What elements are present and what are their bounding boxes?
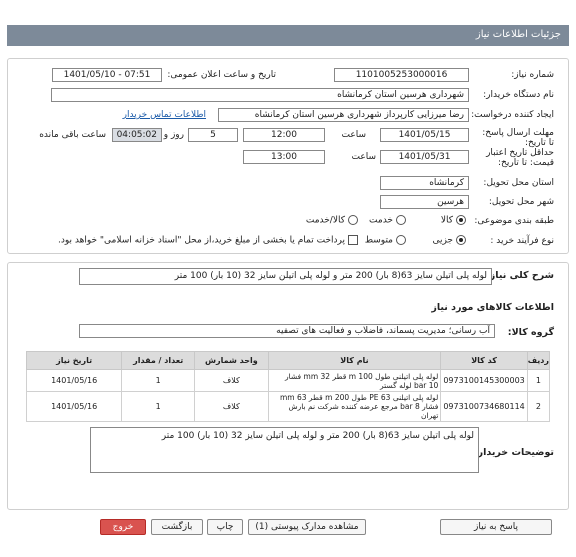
validity-label: حداقل تاریخ اعتبار قیمت: تا تاریخ: xyxy=(486,148,554,168)
remaining-days-field: 5 xyxy=(188,128,238,142)
buyer-notes-label: توضیحات خریدار: xyxy=(473,447,554,458)
category-goods-radio[interactable] xyxy=(456,215,466,225)
process-medium-text: متوسط xyxy=(364,235,393,246)
process-label: نوع فرآیند خرید : xyxy=(490,236,554,246)
validity-date-field: 1401/05/31 xyxy=(380,150,469,164)
buyer-notes-field: لوله پلی اتیلن سایز 63(8 بار) 200 متر و … xyxy=(90,427,479,473)
validity-time-field: 13:00 xyxy=(243,150,325,164)
category-label: طبقه بندی موضوعی: xyxy=(474,216,554,226)
province-field: کرمانشاه xyxy=(380,176,469,190)
page-header: جزئیات اطلاعات نیاز xyxy=(7,25,569,46)
buyer-org-field: شهرداری هرسین استان کرمانشاه xyxy=(51,88,469,102)
col-date: تاریخ نیاز xyxy=(25,351,123,370)
validity-time-label: ساعت xyxy=(351,152,377,162)
deadline-label: مهلت ارسال پاسخ: تا تاریخ: xyxy=(482,128,554,148)
deadline-date-field: 1401/05/15 xyxy=(380,128,469,142)
col-qty: تعداد / مقدار xyxy=(121,351,196,370)
goods-table-header: ردیف کد کالا نام کالا واحد شمارش تعداد /… xyxy=(25,351,551,370)
row-unit: کلاف xyxy=(194,391,269,422)
row-name: لوله پلی اتیلنی طول m 100 قطر mm 32 فشار… xyxy=(267,369,442,392)
row-code: 0973100734680114 xyxy=(440,391,528,422)
deadline-time-label: ساعت xyxy=(341,130,367,140)
city-label: شهر محل تحویل: xyxy=(488,197,554,207)
process-option-medium[interactable]: متوسط xyxy=(365,235,406,246)
remaining-time-label: ساعت باقی مانده xyxy=(39,130,106,140)
respond-button[interactable]: پاسخ به نیاز xyxy=(440,519,552,535)
goods-section-title: اطلاعات کالاهای مورد نیاز xyxy=(431,302,554,313)
requester-label: ایجاد کننده درخواست: xyxy=(471,110,554,120)
announce-datetime-field: 1401/05/10 - 07:51 xyxy=(52,68,162,82)
need-number-label: شماره نیاز: xyxy=(511,70,554,80)
col-unit: واحد شمارش xyxy=(194,351,269,370)
province-label: استان محل تحویل: xyxy=(483,178,554,188)
table-row[interactable]: 2 0973100734680114 لوله پلی اتیلنی PE 63… xyxy=(25,391,551,422)
category-both-radio[interactable] xyxy=(348,215,358,225)
process-partial-radio[interactable] xyxy=(456,235,466,245)
row-qty: 1 xyxy=(121,369,196,392)
buyer-org-label: نام دستگاه خریدار: xyxy=(483,90,554,100)
table-row[interactable]: 1 0973100145300003 لوله پلی اتیلنی طول m… xyxy=(25,369,551,392)
category-service-text: خدمت xyxy=(369,215,393,226)
row-index: 1 xyxy=(526,369,551,392)
category-option-goods[interactable]: کالا xyxy=(441,215,466,226)
back-button[interactable]: بازگشت xyxy=(151,519,203,535)
print-button[interactable]: چاپ xyxy=(207,519,243,535)
attachments-button[interactable]: مشاهده مدارک پیوستی (1) xyxy=(248,519,366,535)
announce-datetime-label: تاریخ و ساعت اعلان عمومی: xyxy=(167,70,276,80)
remaining-time-field: 04:05:02 xyxy=(112,128,162,142)
treasury-payment-text: پرداخت تمام یا بخشی از مبلغ خرید،از محل … xyxy=(57,235,345,246)
treasury-payment-checkbox[interactable] xyxy=(348,235,358,245)
row-unit: کلاف xyxy=(194,369,269,392)
goods-group-field: آب رسانی؛ مدیریت پسماند، فاضلاب و فعالیت… xyxy=(79,324,495,338)
row-name: لوله پلی اتیلنی PE 63 طول m 200 قطر mm 6… xyxy=(267,391,442,422)
process-option-partial[interactable]: جزیی xyxy=(432,235,466,246)
city-field: هرسین xyxy=(380,195,469,209)
process-medium-radio[interactable] xyxy=(396,235,406,245)
goods-table: ردیف کد کالا نام کالا واحد شمارش تعداد /… xyxy=(25,351,551,422)
summary-label: شرح کلی نیاز: xyxy=(485,270,554,281)
exit-button[interactable]: خروج xyxy=(100,519,146,535)
summary-field: لوله پلی اتیلن سایز 63(8 بار) 200 متر و … xyxy=(79,268,492,285)
row-code: 0973100145300003 xyxy=(440,369,528,392)
col-index: ردیف xyxy=(526,351,551,370)
category-option-service[interactable]: خدمت xyxy=(369,215,406,226)
remaining-days-label: روز و xyxy=(163,130,184,140)
row-qty: 1 xyxy=(121,391,196,422)
treasury-payment-option[interactable]: پرداخت تمام یا بخشی از مبلغ خرید،از محل … xyxy=(58,235,358,246)
row-date: 1401/05/16 xyxy=(25,369,123,392)
process-partial-text: جزیی xyxy=(432,235,453,246)
category-goods-text: کالا xyxy=(440,215,453,226)
need-number-field: 1101005253000016 xyxy=(334,68,469,82)
buyer-contact-link[interactable]: اطلاعات تماس خریدار xyxy=(123,110,206,120)
category-service-radio[interactable] xyxy=(396,215,406,225)
goods-group-label: گروه کالا: xyxy=(507,327,554,338)
row-index: 2 xyxy=(526,391,551,422)
col-code: کد کالا xyxy=(440,351,528,370)
requester-field: رضا میرزایی کارپرداز شهرداری هرسین استان… xyxy=(218,108,469,122)
col-name: نام کالا xyxy=(267,351,442,370)
category-both-text: کالا/خدمت xyxy=(305,215,345,226)
deadline-time-field: 12:00 xyxy=(243,128,325,142)
row-date: 1401/05/16 xyxy=(25,391,123,422)
category-option-both[interactable]: کالا/خدمت xyxy=(306,215,358,226)
